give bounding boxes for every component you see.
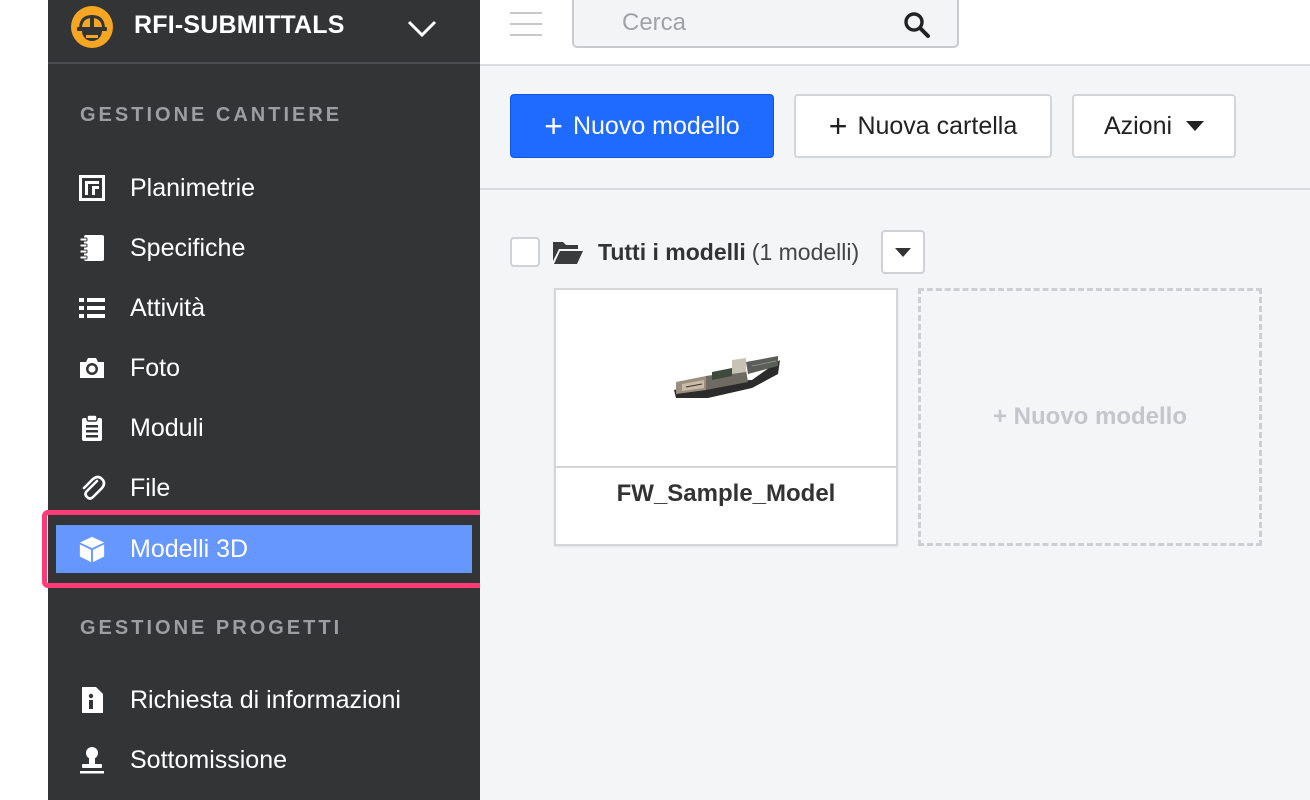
folder-open-icon xyxy=(553,242,583,264)
sidebar-item-sottomissione[interactable]: Sottomissione xyxy=(56,736,472,784)
button-label: Azioni xyxy=(1103,111,1173,140)
list-icon xyxy=(78,294,106,322)
model-thumbnail xyxy=(556,290,896,468)
sidebar-item-label: Planimetrie xyxy=(130,173,256,202)
sidebar-item-attivita[interactable]: Attività xyxy=(56,284,472,332)
select-all-checkbox[interactable] xyxy=(510,237,540,267)
actions-dropdown-button[interactable]: Azioni xyxy=(1072,94,1236,158)
toolbar: + Nuovo modello + Nuova cartella Azioni xyxy=(480,66,1310,190)
sidebar-item-label: Moduli xyxy=(130,413,204,442)
hamburger-menu-icon[interactable] xyxy=(510,12,544,38)
main-content: + Nuovo modello + Nuova cartella Azioni … xyxy=(480,66,1310,800)
sidebar-item-moduli[interactable]: Moduli xyxy=(56,404,472,452)
info-document-icon xyxy=(78,686,106,714)
cube-icon xyxy=(78,535,106,563)
camera-icon xyxy=(78,354,106,382)
chevron-down-icon[interactable] xyxy=(406,14,438,42)
hardhat-logo-icon xyxy=(71,6,113,48)
sidebar-item-label: Richiesta di informazioni xyxy=(130,685,401,714)
plus-icon: + xyxy=(828,108,848,144)
model-card[interactable]: FW_Sample_Model xyxy=(554,288,898,546)
sidebar-item-rfi[interactable]: Richiesta di informazioni xyxy=(56,676,472,724)
notebook-icon xyxy=(78,234,106,262)
new-model-placeholder-card[interactable]: + Nuovo modello xyxy=(918,288,1262,546)
button-label: Nuova cartella xyxy=(857,111,1018,140)
sidebar-item-label: Attività xyxy=(130,293,206,322)
project-switcher[interactable]: RFI-SUBMITTALS xyxy=(48,0,480,64)
new-model-card-label: + Nuovo modello xyxy=(992,403,1187,430)
sidebar: RFI-SUBMITTALS GESTIONE CANTIERE Planime… xyxy=(42,0,486,800)
section-label-progetti: GESTIONE PROGETTI xyxy=(80,617,343,639)
stamp-icon xyxy=(78,746,106,774)
sidebar-item-label: Sottomissione xyxy=(130,745,288,774)
caret-down-icon xyxy=(895,247,912,257)
plus-icon: + xyxy=(544,108,563,144)
project-name: RFI-SUBMITTALS xyxy=(134,11,345,39)
section-label-cantiere: GESTIONE CANTIERE xyxy=(80,104,343,126)
folder-title: Tutti i modelli xyxy=(598,238,746,265)
clipboard-icon xyxy=(78,414,106,442)
sidebar-item-label: Modelli 3D xyxy=(130,534,249,563)
sidebar-item-label: File xyxy=(130,473,171,502)
folder-header: Tutti i modelli (1 modelli) xyxy=(510,230,926,274)
sidebar-item-file[interactable]: File xyxy=(56,464,472,512)
floorplan-icon xyxy=(78,174,106,202)
paperclip-icon xyxy=(78,474,106,502)
search-box xyxy=(572,0,959,48)
sidebar-item-label: Foto xyxy=(130,353,181,382)
sidebar-item-specifiche[interactable]: Specifiche xyxy=(56,224,472,272)
top-bar xyxy=(480,0,1310,66)
button-label: Nuovo modello xyxy=(572,111,740,140)
sidebar-item-planimetrie[interactable]: Planimetrie xyxy=(56,164,472,212)
search-icon[interactable] xyxy=(903,11,931,39)
folder-options-dropdown[interactable] xyxy=(881,230,926,274)
search-input[interactable] xyxy=(586,6,886,40)
folder-count: (1 modelli) xyxy=(751,238,860,265)
model-name: FW_Sample_Model xyxy=(616,480,836,507)
sidebar-item-modelli-3d[interactable]: Modelli 3D xyxy=(56,525,472,573)
new-model-button[interactable]: + Nuovo modello xyxy=(510,94,774,158)
caret-down-icon xyxy=(1186,121,1205,131)
sidebar-item-label: Specifiche xyxy=(130,233,246,262)
building-model-icon xyxy=(674,356,780,398)
sidebar-item-foto[interactable]: Foto xyxy=(56,344,472,392)
new-folder-button[interactable]: + Nuova cartella xyxy=(794,94,1052,158)
